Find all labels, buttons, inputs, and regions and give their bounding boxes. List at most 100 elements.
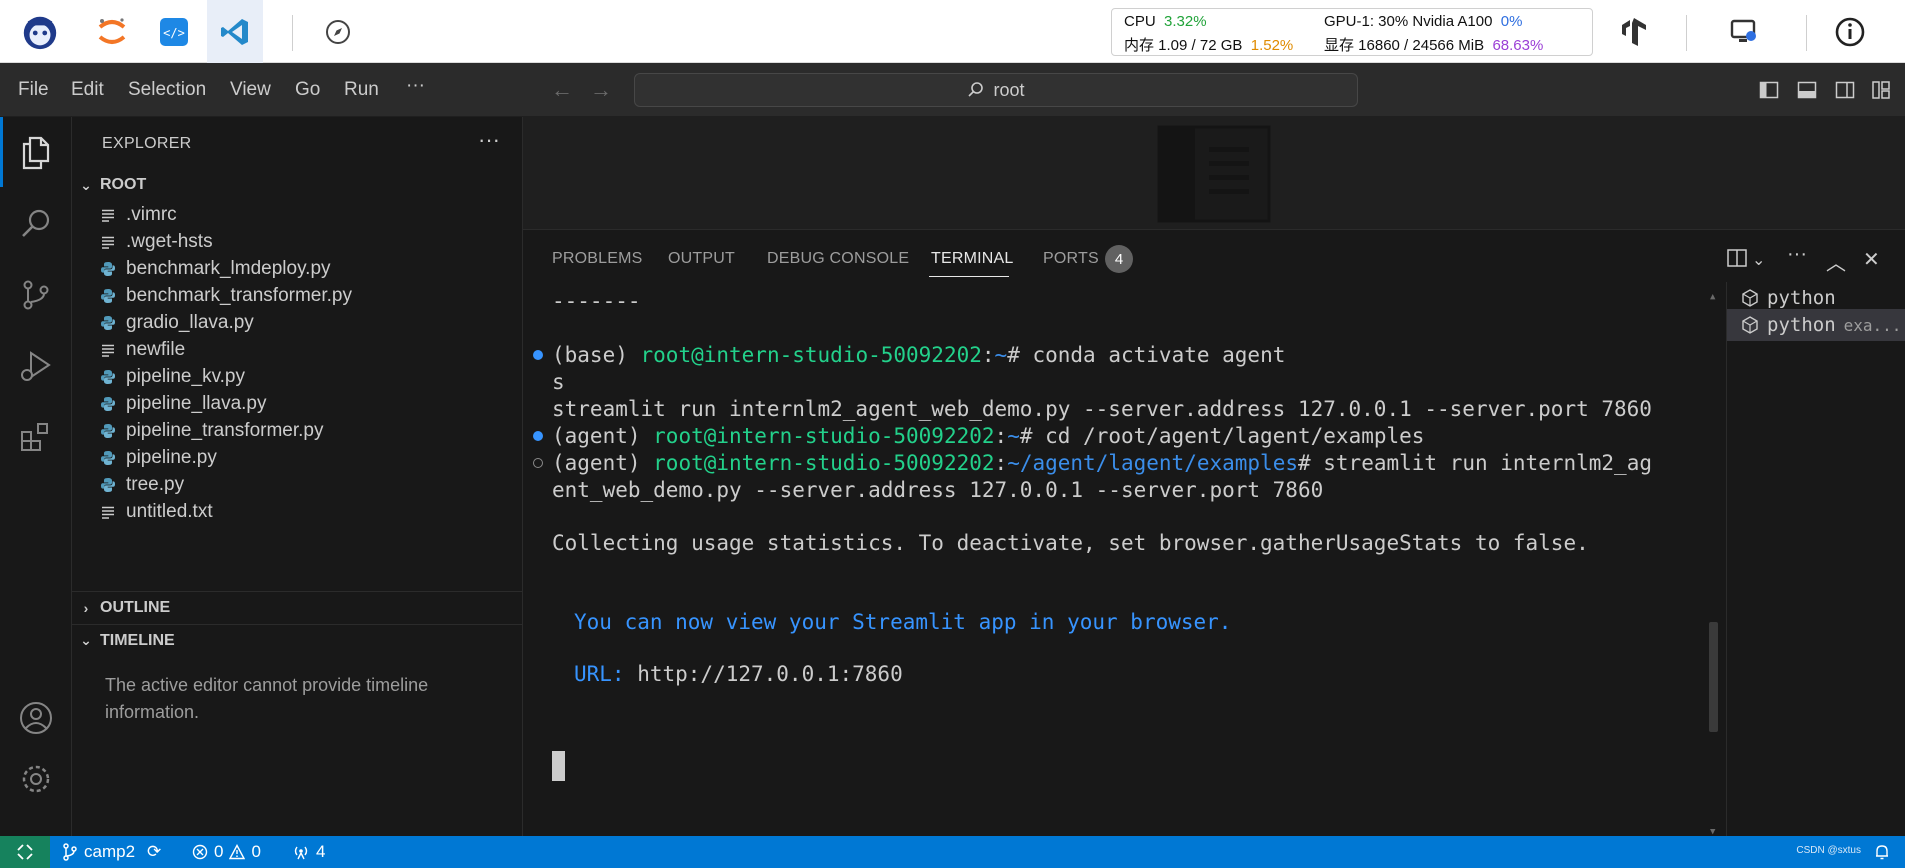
terminal-cube-icon bbox=[1742, 316, 1758, 334]
sync-icon[interactable]: ⟳ bbox=[147, 842, 161, 862]
terminal-line: streamlit run internlm2_agent_web_demo.p… bbox=[552, 397, 1652, 421]
explorer-icon[interactable] bbox=[14, 131, 58, 175]
terminal-line: (base) root@intern-studio-50092202:~# co… bbox=[552, 343, 1286, 367]
file-item[interactable]: untitled.txt bbox=[72, 495, 523, 528]
python-file-icon bbox=[96, 450, 120, 466]
terminal-line: URL: http://127.0.0.1:7860 bbox=[574, 662, 903, 686]
back-arrow-icon[interactable]: ← bbox=[551, 77, 573, 103]
active-indicator bbox=[0, 117, 3, 187]
remote-icon bbox=[17, 844, 33, 860]
section-timeline[interactable]: ⌄ TIMELINE bbox=[72, 624, 523, 656]
run-debug-icon[interactable] bbox=[14, 344, 58, 388]
file-name: tree.py bbox=[126, 473, 185, 495]
tab-output[interactable]: OUTPUT bbox=[668, 250, 735, 268]
terminal[interactable]: ------- (base) root@intern-studio-500922… bbox=[523, 282, 1905, 837]
tab-ports[interactable]: PORTS bbox=[1043, 250, 1099, 268]
terminal-scrollbar[interactable]: ▲ ▼ bbox=[1709, 292, 1718, 837]
tab-problems[interactable]: PROBLEMS bbox=[552, 250, 643, 268]
toggle-panel-icon[interactable] bbox=[1797, 80, 1817, 100]
search-icon[interactable] bbox=[14, 202, 58, 246]
file-name: newfile bbox=[126, 338, 186, 360]
terminal-line: ------- bbox=[552, 289, 641, 313]
memory-label: 内存 1.09 / 72 GB bbox=[1124, 37, 1243, 54]
scroll-up-icon[interactable]: ▲ bbox=[1710, 292, 1715, 302]
problems-status[interactable]: 0 0 bbox=[192, 836, 261, 868]
menu-file[interactable]: File bbox=[18, 79, 49, 101]
search-icon bbox=[968, 82, 984, 97]
terminal-cursor bbox=[552, 751, 565, 781]
close-panel-icon[interactable]: ✕ bbox=[1863, 247, 1880, 272]
forward-arrow-icon[interactable]: → bbox=[590, 77, 612, 103]
monitor-settings-icon[interactable] bbox=[1724, 12, 1764, 52]
toggle-primary-sidebar-icon[interactable] bbox=[1759, 80, 1779, 100]
more-actions-icon[interactable]: ··· bbox=[1787, 243, 1807, 266]
desktop-topbar: </> CPU 3.32% 内存 1.09 / 72 GB 1.52% GPU-… bbox=[0, 0, 1905, 63]
settings-gear-icon[interactable] bbox=[14, 757, 58, 801]
section-root-label: ROOT bbox=[100, 176, 147, 193]
terminal-line: s bbox=[552, 370, 565, 394]
customize-layout-icon[interactable] bbox=[1871, 80, 1891, 100]
warning-count: 0 bbox=[251, 842, 261, 861]
extensions-icon[interactable] bbox=[14, 415, 58, 459]
chevron-down-icon[interactable]: ⌄ bbox=[1752, 250, 1765, 270]
terminal-line: ent_web_demo.py --server.address 127.0.0… bbox=[552, 478, 1324, 502]
cpu-value: 3.32% bbox=[1164, 13, 1207, 30]
memory-value: 1.52% bbox=[1250, 37, 1294, 54]
code-editor-icon[interactable]: </> bbox=[154, 12, 194, 52]
sidebar-more-button[interactable]: ··· bbox=[478, 127, 500, 153]
title-menu-bar: File Edit Selection View Go Run ··· ← → … bbox=[0, 63, 1905, 117]
text-file-icon bbox=[96, 343, 120, 357]
tensorflow-icon[interactable] bbox=[1614, 12, 1654, 52]
menu-run[interactable]: Run bbox=[344, 79, 379, 101]
menu-more[interactable]: ··· bbox=[406, 75, 425, 97]
terminal-tabs-list: python python exa... bbox=[1726, 282, 1905, 837]
file-name: pipeline_llava.py bbox=[126, 392, 267, 414]
account-icon[interactable] bbox=[14, 696, 58, 740]
section-outline[interactable]: › OUTLINE bbox=[72, 591, 523, 623]
command-center-search[interactable]: root bbox=[634, 73, 1358, 107]
branch-status[interactable]: camp2 ⟳ bbox=[62, 836, 161, 868]
vram-label: 显存 16860 / 24566 MiB bbox=[1324, 37, 1485, 54]
file-name: pipeline_transformer.py bbox=[126, 419, 324, 441]
toggle-secondary-sidebar-icon[interactable] bbox=[1835, 80, 1855, 100]
info-icon[interactable] bbox=[1830, 12, 1870, 52]
split-terminal-icon[interactable] bbox=[1726, 247, 1748, 269]
python-file-icon bbox=[96, 396, 120, 412]
command-success-decoration[interactable] bbox=[533, 431, 543, 441]
terminal-url-link[interactable]: http://127.0.0.1:7860 bbox=[637, 662, 903, 686]
compass-icon[interactable] bbox=[318, 12, 358, 52]
menu-view[interactable]: View bbox=[230, 79, 271, 101]
terminal-line: You can now view your Streamlit app in y… bbox=[574, 610, 1232, 634]
command-success-decoration[interactable] bbox=[533, 350, 543, 360]
search-text: root bbox=[993, 79, 1025, 100]
terminal-tab-python-selected[interactable]: python exa... bbox=[1727, 309, 1905, 341]
section-root[interactable]: ⌄ ROOT bbox=[72, 169, 523, 201]
watermark-text: CSDN @sxtus bbox=[1796, 845, 1861, 856]
menu-go[interactable]: Go bbox=[295, 79, 320, 101]
menu-edit[interactable]: Edit bbox=[71, 79, 104, 101]
notifications-bell-icon[interactable] bbox=[1873, 843, 1891, 861]
vram-value: 68.63% bbox=[1492, 37, 1544, 54]
gpu-label: GPU-1: 30% Nvidia A100 bbox=[1324, 13, 1493, 30]
forwarded-ports-status[interactable]: 4 bbox=[292, 836, 325, 868]
scrollbar-thumb[interactable] bbox=[1709, 622, 1718, 732]
remote-indicator-button[interactable] bbox=[0, 836, 50, 868]
source-control-icon[interactable] bbox=[14, 273, 58, 317]
separator bbox=[1686, 15, 1687, 51]
explorer-sidebar: EXPLORER ··· ⌄ ROOT .vimrc .wget-hsts benc… bbox=[72, 117, 523, 836]
maximize-panel-icon[interactable]: ︿ bbox=[1826, 247, 1846, 276]
menu-selection[interactable]: Selection bbox=[128, 79, 206, 101]
tab-debug-console[interactable]: DEBUG CONSOLE bbox=[767, 250, 909, 268]
separator bbox=[1806, 15, 1807, 51]
file-name: .wget-hsts bbox=[126, 230, 213, 252]
command-running-decoration[interactable] bbox=[533, 458, 543, 468]
cpu-label: CPU bbox=[1124, 13, 1156, 30]
timeline-empty-message: The active editor cannot provide timelin… bbox=[105, 675, 429, 722]
python-file-icon bbox=[96, 261, 120, 277]
lab-logo-icon[interactable] bbox=[20, 12, 60, 52]
ports-count-badge: 4 bbox=[1105, 245, 1133, 273]
vscode-icon[interactable] bbox=[215, 12, 255, 52]
error-icon bbox=[192, 844, 208, 860]
jupyter-icon[interactable] bbox=[92, 12, 132, 52]
tab-terminal[interactable]: TERMINAL bbox=[931, 250, 1014, 268]
